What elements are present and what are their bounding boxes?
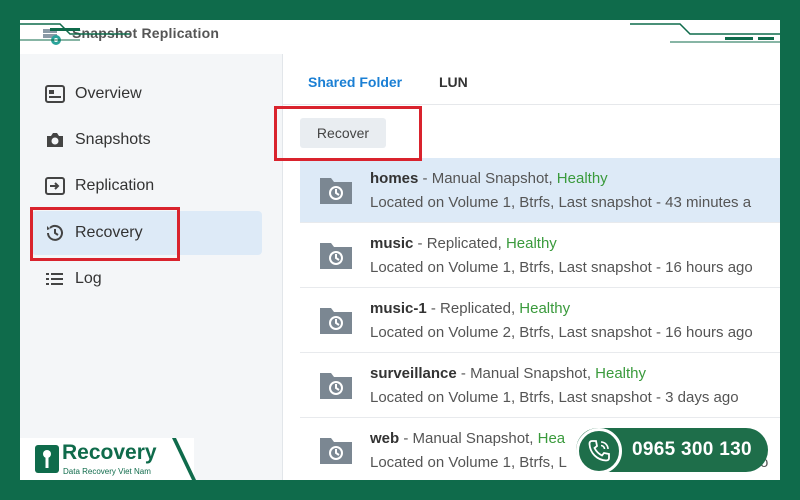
sidebar-item-log[interactable]: Log: [32, 257, 262, 301]
brand-corner-decoration: [172, 438, 196, 480]
phone-icon: [576, 428, 622, 474]
row-title: web - Manual Snapshot, Hea: [370, 430, 566, 447]
row-details-text: Located on Volume 1, Btrfs, L: [370, 454, 567, 471]
sidebar-item-label: Log: [75, 270, 102, 287]
tab-shared-folder[interactable]: Shared Folder: [308, 74, 402, 90]
folder-name: homes: [370, 170, 419, 187]
folder-history-icon: [320, 438, 352, 464]
health-status: Healthy: [519, 300, 571, 317]
phone-number: 0965 300 130: [632, 439, 752, 460]
snapshot-type: Replicated: [426, 235, 498, 252]
brand-logo: Recovery Data Recovery Viet Nam: [20, 438, 196, 480]
row-title: homes - Manual Snapshot, Healthy: [370, 170, 608, 187]
folder-history-icon: [320, 178, 352, 204]
row-details: Located on Volume 1, Btrfs, Last snapsho…: [370, 259, 753, 276]
title-bar: Snapshot Replication: [20, 20, 780, 54]
row-details: Located on Volume 1, Btrfs, Last snapsho…: [370, 389, 739, 406]
health-status: Healthy: [595, 365, 647, 382]
overview-icon: [44, 83, 66, 105]
key-icon: [35, 445, 59, 473]
decorative-circuit-left: [20, 23, 130, 41]
row-details: Located on Volume 2, Btrfs, Last snapsho…: [370, 324, 753, 341]
list-item[interactable]: music - Replicated, Healthy Located on V…: [300, 223, 780, 288]
sidebar: Overview Snapshots Replication Recovery …: [20, 54, 283, 480]
highlight-recover-button: [274, 106, 422, 161]
health-status: Healthy: [505, 235, 557, 252]
snapshot-type: Manual Snapshot: [431, 170, 549, 187]
folder-name: web: [370, 430, 400, 447]
list-item[interactable]: music-1 - Replicated, Healthy Located on…: [300, 288, 780, 353]
list-item[interactable]: surveillance - Manual Snapshot, Healthy …: [300, 353, 780, 418]
row-title: surveillance - Manual Snapshot, Healthy: [370, 365, 647, 382]
sidebar-item-replication[interactable]: Replication: [32, 164, 262, 208]
list-item[interactable]: homes - Manual Snapshot, Healthy Located…: [300, 158, 780, 223]
highlight-recovery: [30, 207, 180, 261]
snapshot-type: Manual Snapshot: [412, 430, 530, 447]
sidebar-item-label: Snapshots: [75, 131, 151, 148]
folder-history-icon: [320, 308, 352, 334]
tab-divider: [283, 104, 780, 105]
row-details: Located on Volume 1, Btrfs, Last snapsho…: [370, 194, 752, 211]
health-status: Healthy: [556, 170, 608, 187]
list-icon: [44, 268, 66, 290]
row-title: music - Replicated, Healthy: [370, 235, 557, 252]
sidebar-item-snapshots[interactable]: Snapshots: [32, 118, 262, 162]
folder-name: surveillance: [370, 365, 457, 382]
replication-icon: [44, 175, 66, 197]
camera-icon: [44, 129, 66, 151]
snapshot-type: Replicated: [440, 300, 511, 317]
sidebar-item-label: Replication: [75, 177, 155, 194]
row-details: Located on Volume 1, Btrfs, Lo: [370, 454, 768, 471]
phone-contact-badge[interactable]: 0965 300 130: [576, 428, 768, 474]
brand-name: Recovery: [62, 441, 157, 464]
folder-name: music-1: [370, 300, 427, 317]
decorative-circuit-right: [630, 23, 780, 43]
health-status: Hea: [537, 430, 566, 447]
folder-name: music: [370, 235, 414, 252]
brand-tagline: Data Recovery Viet Nam: [63, 467, 151, 476]
row-title: music-1 - Replicated, Healthy: [370, 300, 571, 317]
sidebar-item-label: Overview: [75, 85, 142, 102]
sidebar-item-overview[interactable]: Overview: [32, 72, 262, 116]
tab-lun[interactable]: LUN: [439, 74, 468, 90]
folder-history-icon: [320, 243, 352, 269]
snapshot-type: Manual Snapshot: [470, 365, 587, 382]
app-window: Snapshot Replication Overview Snapshots: [20, 20, 780, 480]
folder-history-icon: [320, 373, 352, 399]
